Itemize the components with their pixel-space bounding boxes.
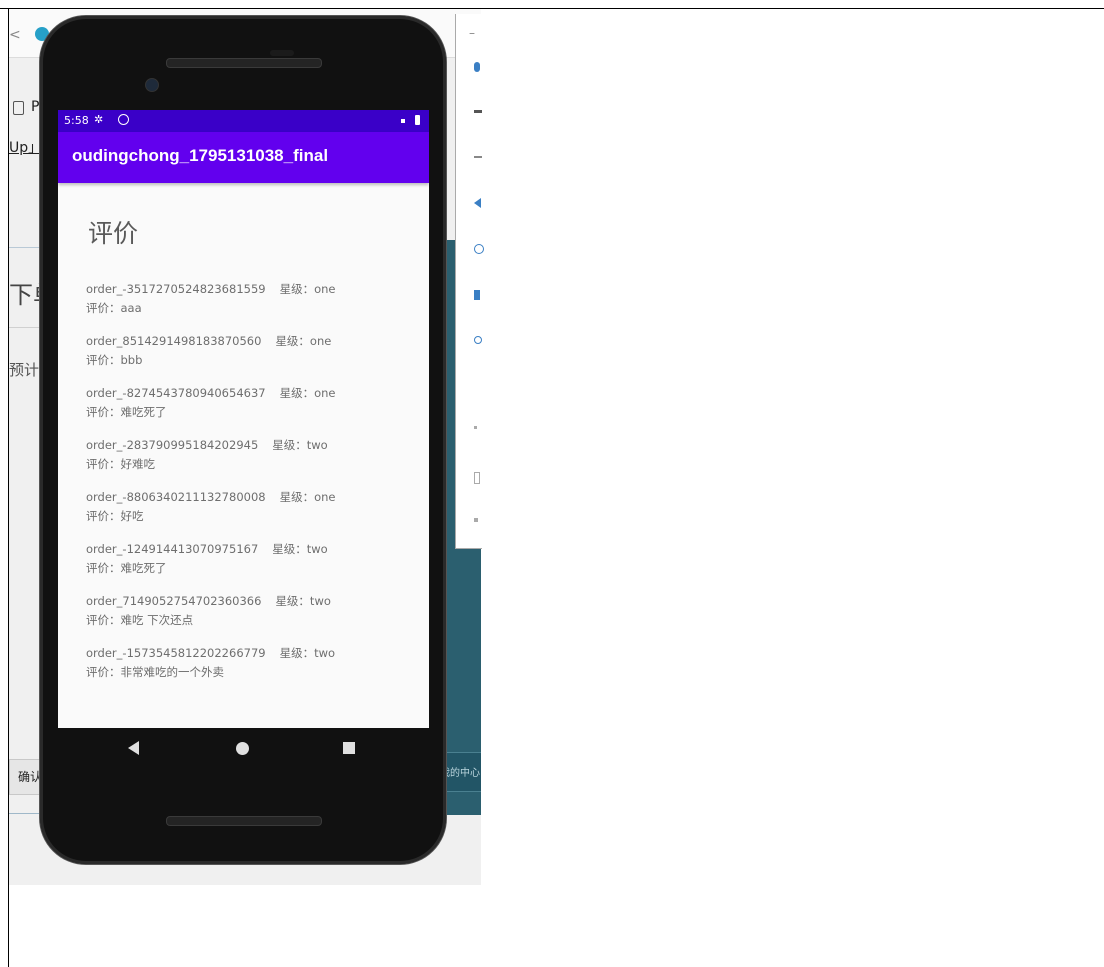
bottom-speaker (166, 816, 322, 826)
review-comment: 评价：bbb (86, 353, 143, 367)
review-item[interactable]: order_-8274543780940654637 星级：one 评价：难吃死了 (86, 384, 416, 436)
review-comment: 评价：难吃 下次还点 (86, 613, 194, 627)
volume-down-icon[interactable] (474, 156, 482, 158)
review-comment: 评价：非常难吃的一个外卖 (86, 665, 224, 679)
up-label[interactable]: Up」 (9, 137, 42, 157)
estimate-label: 预计 (9, 361, 40, 379)
app-bar: oudingchong_1795131038_final (58, 132, 429, 183)
review-item[interactable]: order_7149052754702360366 星级：two 评价：难吃 下次… (86, 592, 416, 644)
review-order-id: order_-1573545812202266779 (86, 646, 266, 660)
review-stars: 星级：one (275, 334, 332, 348)
status-bar: 5:58 ✲ (58, 110, 429, 132)
review-comment: 评价：好吃 (86, 509, 144, 523)
more-icon[interactable] (474, 518, 478, 522)
review-order-id: order_8514291498183870560 (86, 334, 262, 348)
nav-home-icon[interactable] (236, 742, 249, 755)
nav-back-icon[interactable] (128, 741, 139, 755)
review-stars: 星级：two (272, 542, 328, 556)
review-stars: 星级：two (272, 438, 328, 452)
nav-recents-icon[interactable] (343, 742, 355, 754)
rotate-right-icon[interactable] (474, 244, 484, 254)
review-order-id: order_-124914413070975167 (86, 542, 259, 556)
review-stars: 星级：one (279, 282, 336, 296)
signal-icon (401, 119, 405, 123)
volume-up-icon[interactable] (474, 110, 482, 113)
review-stars: 星级：one (279, 386, 336, 400)
review-item[interactable]: order_-8806340211132780008 星级：one 评价：好吃 (86, 488, 416, 540)
emulator-side-panel (455, 14, 484, 549)
review-stars: 星级：two (279, 646, 336, 660)
navigation-bar (58, 728, 429, 768)
review-item[interactable]: order_-1573545812202266779 星级：two 评价：非常难吃… (86, 644, 416, 696)
minimize-icon[interactable]: – (469, 26, 475, 40)
rotate-left-icon[interactable] (474, 198, 481, 208)
review-order-id: order_-3517270524823681559 (86, 282, 266, 296)
review-item[interactable]: order_-124914413070975167 星级：two 评价：难吃死了 (86, 540, 416, 592)
zoom-icon[interactable] (474, 336, 482, 344)
back-icon[interactable] (474, 426, 477, 429)
status-time: 5:58 (64, 114, 89, 127)
earpiece-speaker (166, 58, 322, 68)
review-order-id: order_-283790995184202945 (86, 438, 259, 452)
top-slit (270, 50, 294, 56)
back-arrow-icon[interactable]: < (9, 27, 21, 43)
page-title: 评价 (88, 219, 139, 248)
review-item[interactable]: order_8514291498183870560 星级：one 评价：bbb (86, 332, 416, 384)
phone-screen: 5:58 ✲ oudingchong_1795131038_final 评价 o… (58, 110, 429, 728)
review-order-id: order_-8806340211132780008 (86, 490, 266, 504)
device-icon (13, 101, 24, 115)
battery-icon (415, 115, 420, 125)
device-label[interactable]: P (31, 99, 39, 115)
home-icon[interactable] (474, 472, 480, 484)
review-item[interactable]: order_-3517270524823681559 星级：one 评价：aaa (86, 280, 416, 332)
review-stars: 星级：one (279, 490, 336, 504)
sync-icon (118, 114, 129, 125)
review-comment: 评价：aaa (86, 301, 142, 315)
review-stars: 星级：two (275, 594, 331, 608)
settings-gear-icon: ✲ (94, 113, 104, 126)
review-comment: 评价：难吃死了 (86, 405, 167, 419)
review-comment: 评价：难吃死了 (86, 561, 167, 575)
review-comment: 评价：好难吃 (86, 457, 155, 471)
camera-icon (145, 78, 159, 92)
review-order-id: order_-8274543780940654637 (86, 386, 266, 400)
review-list: order_-3517270524823681559 星级：one 评价：aaa … (86, 280, 416, 696)
app-title: oudingchong_1795131038_final (72, 146, 329, 165)
camera-icon[interactable] (474, 290, 480, 300)
teal-label: 我的中心 (440, 768, 480, 779)
review-item[interactable]: order_-283790995184202945 星级：two 评价：好难吃 (86, 436, 416, 488)
power-icon[interactable] (474, 62, 480, 72)
review-order-id: order_7149052754702360366 (86, 594, 262, 608)
